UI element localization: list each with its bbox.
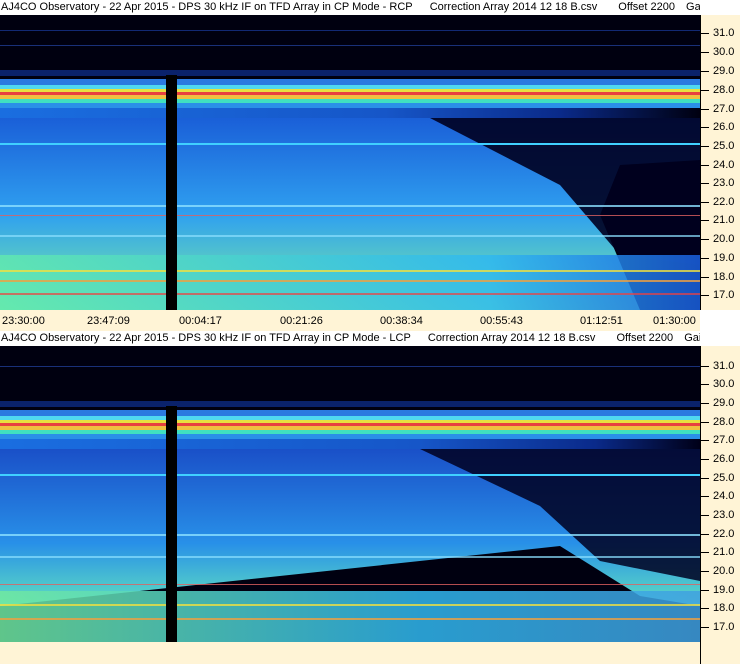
freq-tick [701,590,709,591]
spectrogram-svg [0,346,700,642]
freq-tick [701,220,709,221]
freq-label: 18.0 [713,602,735,614]
gain-value: Gain 3.0 [684,332,700,344]
freq-tick [701,534,709,535]
freq-tick [701,571,709,572]
freq-tick [701,277,709,278]
freq-label: 31.0 [713,360,735,372]
gain-value: Gain 3.0 [686,1,700,13]
freq-label: 26.0 [713,121,735,133]
freq-tick [701,90,709,91]
freq-tick [701,239,709,240]
freq-label: 27.0 [713,434,735,446]
offset-value: Offset 2200 [616,332,674,344]
freq-tick [701,71,709,72]
freq-label: 27.0 [713,103,735,115]
freq-tick [701,627,709,628]
freq-label: 25.0 [713,140,735,152]
freq-tick [701,52,709,53]
time-label: 23:47:09 [87,315,130,327]
time-label: 23:30:00 [2,315,45,327]
freq-tick [701,384,709,385]
freq-label: 17.0 [713,289,735,301]
freq-tick [701,33,709,34]
freq-label: 30.0 [713,378,735,390]
freq-label: 23.0 [713,509,735,521]
freq-label: 26.0 [713,453,735,465]
freq-tick [701,165,709,166]
freq-tick [701,440,709,441]
offset-value: Offset 2200 [618,1,675,13]
spectrogram-panel-lcp: AJ4CO Observatory - 22 Apr 2015 - DPS 30… [0,331,740,664]
time-label: 01:30:00 [653,315,696,327]
freq-tick [701,109,709,110]
freq-label: 20.0 [713,233,735,245]
freq-tick [701,258,709,259]
time-label: 01:12:51 [580,315,623,327]
panel-title: AJ4CO Observatory - 22 Apr 2015 - DPS 30… [1,1,413,13]
freq-tick [701,183,709,184]
freq-label: 22.0 [713,196,735,208]
panel-title: AJ4CO Observatory - 22 Apr 2015 - DPS 30… [1,332,411,344]
freq-label: 29.0 [713,65,735,77]
freq-label: 25.0 [713,472,735,484]
freq-tick [701,366,709,367]
freq-label: 30.0 [713,46,735,58]
time-label: 00:21:26 [280,315,323,327]
freq-tick [701,459,709,460]
freq-label: 24.0 [713,159,735,171]
freq-tick [701,496,709,497]
freq-label: 28.0 [713,84,735,96]
freq-tick [701,146,709,147]
freq-tick [701,295,709,296]
spectrogram-image [0,346,700,642]
freq-label: 29.0 [713,397,735,409]
spectrogram-svg [0,15,700,310]
freq-tick [701,552,709,553]
time-axis: 23:30:00 23:47:09 00:04:17 00:21:26 00:3… [0,310,700,331]
correction-file: Correction Array 2014 12 18 B.csv [429,1,598,13]
freq-label: 17.0 [713,621,735,633]
spectrogram-panel-rcp: AJ4CO Observatory - 22 Apr 2015 - DPS 30… [0,0,740,331]
freq-label: 28.0 [713,416,735,428]
correction-file: Correction Array 2014 12 18 B.csv [427,332,596,344]
time-label: 00:04:17 [179,315,222,327]
freq-label: 19.0 [713,252,735,264]
freq-label: 21.0 [713,546,735,558]
freq-label: 19.0 [713,584,735,596]
freq-label: 23.0 [713,177,735,189]
bottom-strip [0,642,700,664]
freq-tick [701,515,709,516]
time-label: 00:38:34 [380,315,423,327]
freq-tick [701,478,709,479]
freq-label: 24.0 [713,490,735,502]
freq-tick [701,403,709,404]
freq-tick [701,422,709,423]
freq-label: 20.0 [713,565,735,577]
freq-tick [701,202,709,203]
freq-tick [701,608,709,609]
freq-label: 22.0 [713,528,735,540]
panel-title-bar: AJ4CO Observatory - 22 Apr 2015 - DPS 30… [0,331,700,346]
time-label: 00:55:43 [480,315,523,327]
frequency-axis: 31.0 30.0 29.0 28.0 27.0 26.0 25.0 24.0 … [700,15,740,310]
spectrogram-image [0,15,700,310]
freq-label: 21.0 [713,214,735,226]
panel-title-bar: AJ4CO Observatory - 22 Apr 2015 - DPS 30… [0,0,700,15]
frequency-axis: 31.0 30.0 29.0 28.0 27.0 26.0 25.0 24.0 … [700,346,740,664]
freq-label: 31.0 [713,27,735,39]
freq-tick [701,127,709,128]
freq-label: 18.0 [713,271,735,283]
